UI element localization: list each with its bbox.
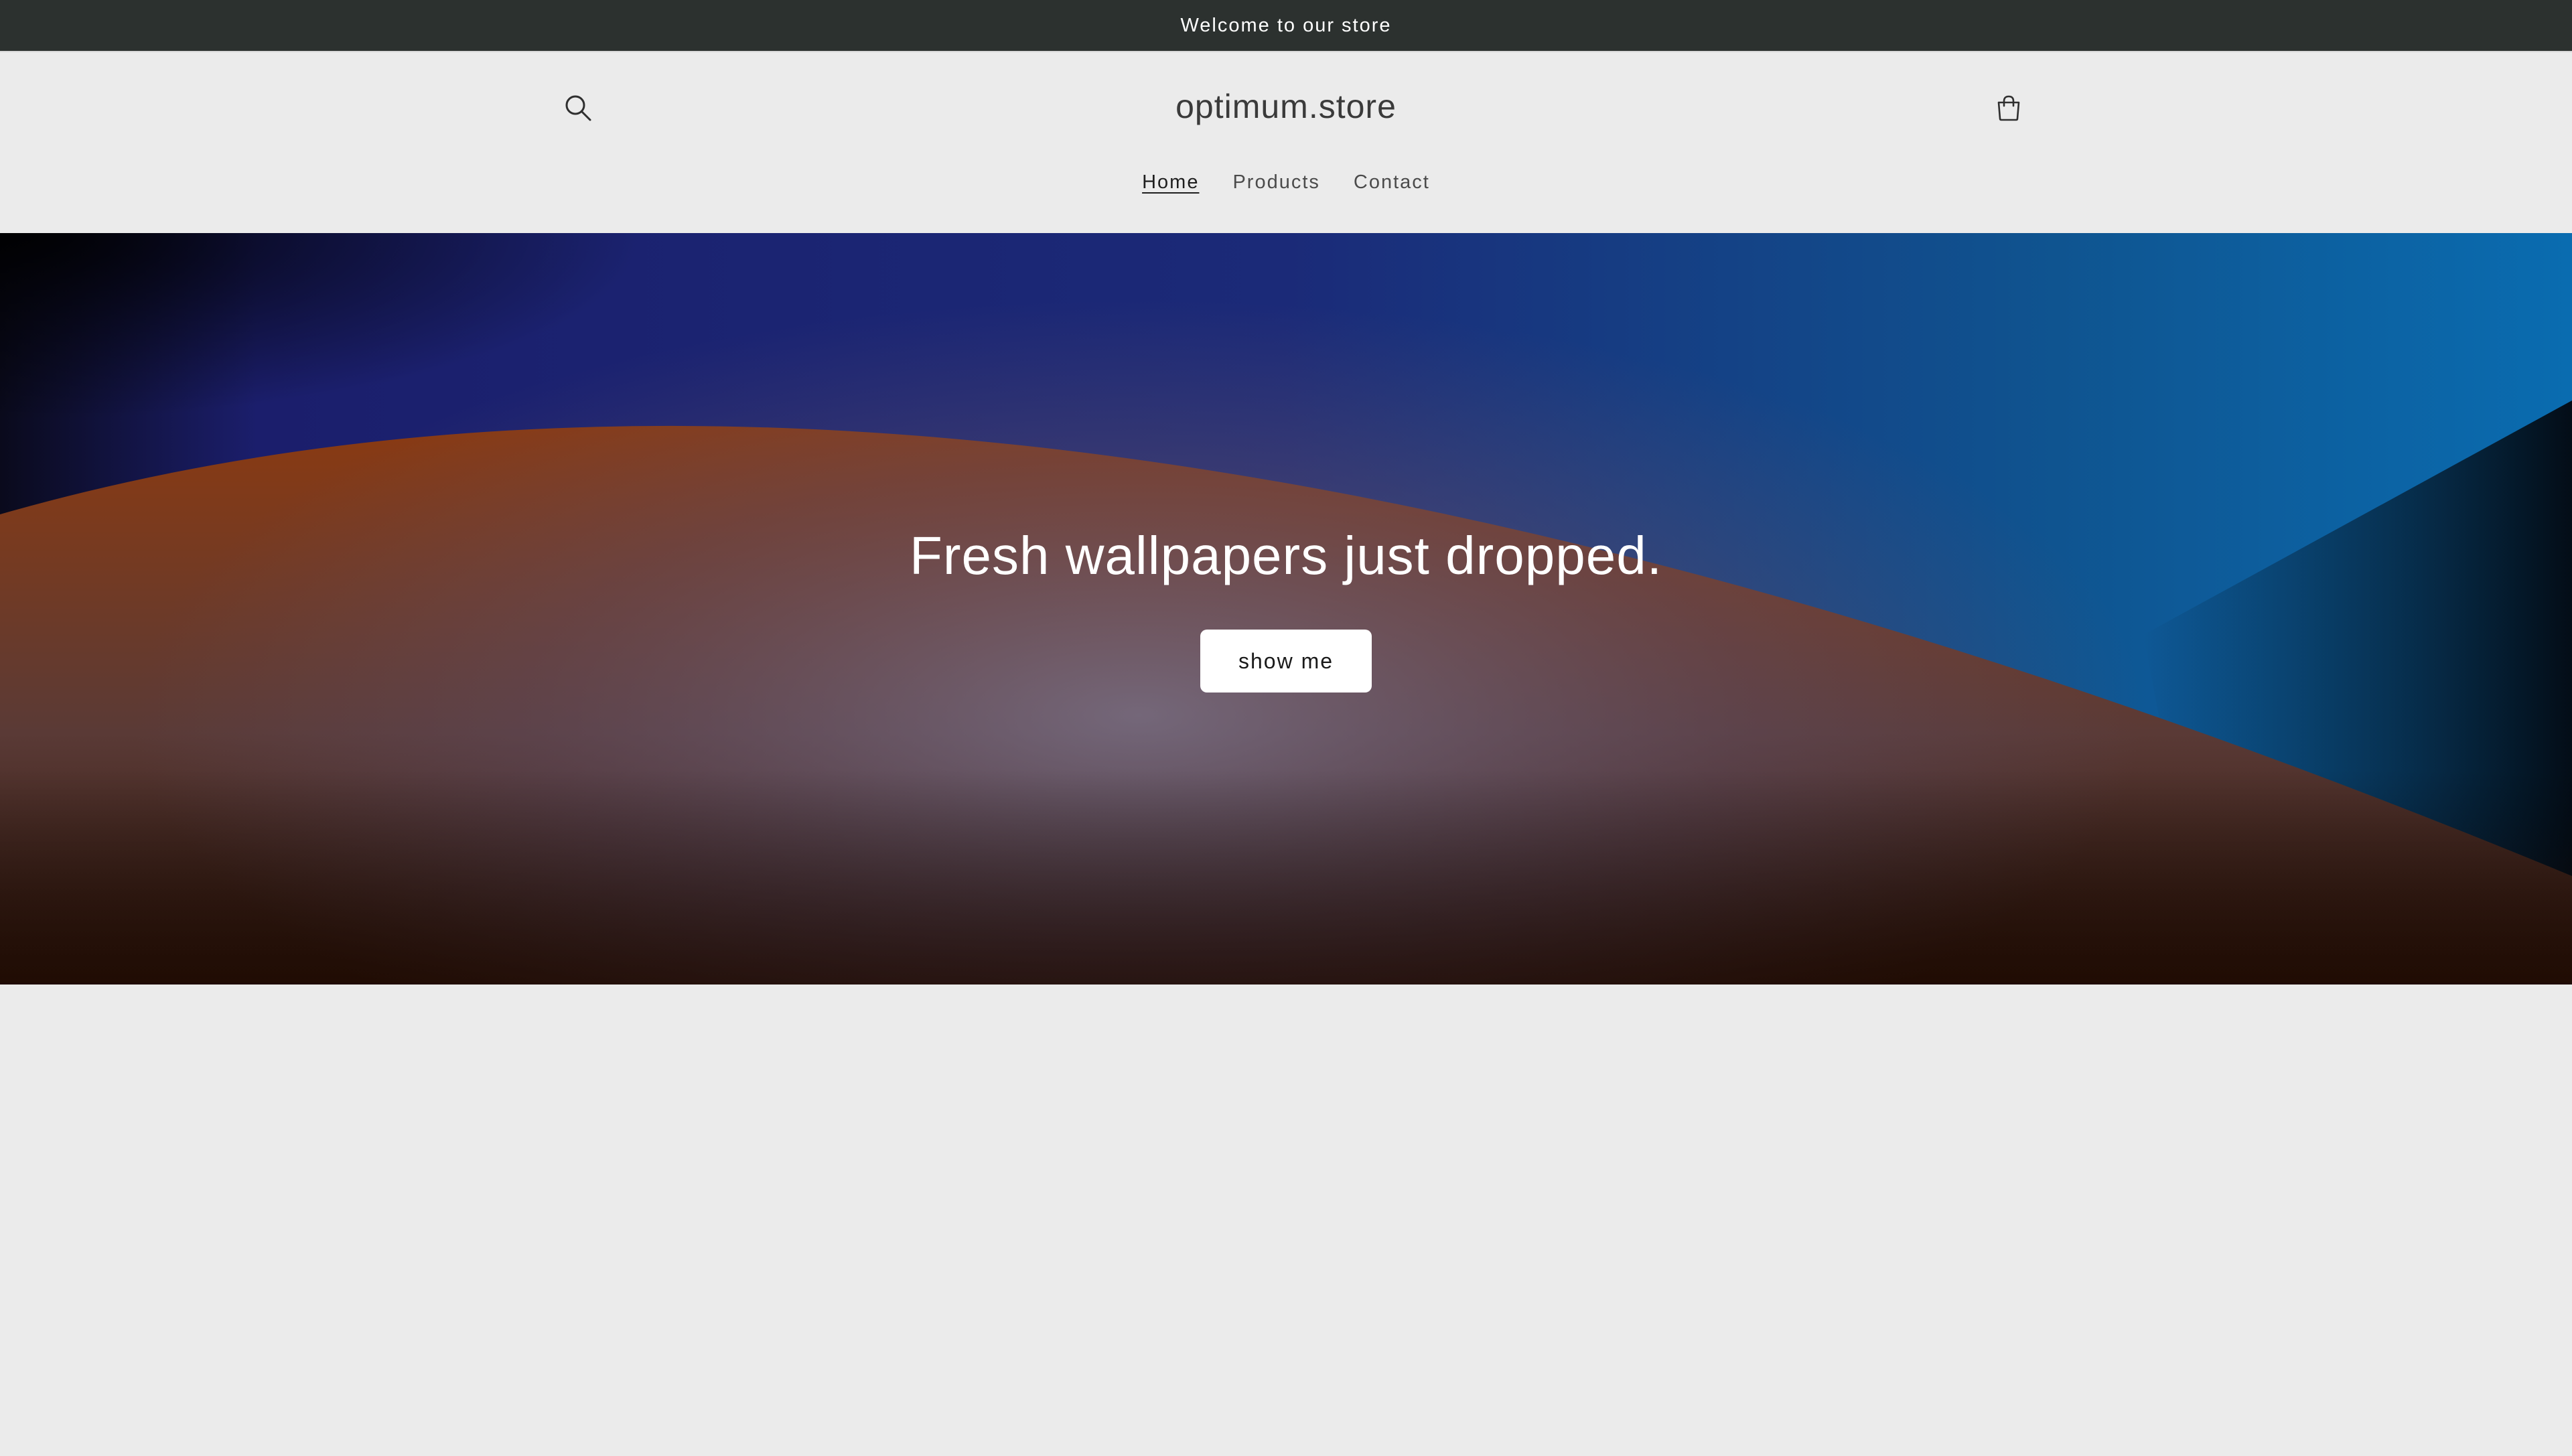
hero-content: Fresh wallpapers just dropped. show me (0, 233, 2572, 985)
hero-title: Fresh wallpapers just dropped. (910, 526, 1662, 585)
nav-item-home[interactable]: Home (1142, 171, 1199, 194)
nav-item-contact[interactable]: Contact (1354, 171, 1430, 194)
cart-button[interactable] (1987, 86, 2031, 130)
main-nav: Home Products Contact (1018, 162, 1554, 202)
site-header: optimum.store Home Products Contact (0, 52, 2572, 233)
show-me-button[interactable]: show me (1200, 630, 1372, 693)
page-body (0, 985, 2572, 1456)
announcement-text: Welcome to our store (1180, 14, 1392, 36)
search-button[interactable] (556, 86, 600, 130)
search-icon (565, 95, 591, 121)
announcement-bar: Welcome to our store (0, 0, 2572, 51)
store-logo[interactable]: optimum.store (1018, 84, 1554, 129)
nav-item-products[interactable]: Products (1232, 171, 1319, 194)
shopping-bag-icon (1997, 95, 2020, 121)
hero-banner: Fresh wallpapers just dropped. show me (0, 233, 2572, 985)
